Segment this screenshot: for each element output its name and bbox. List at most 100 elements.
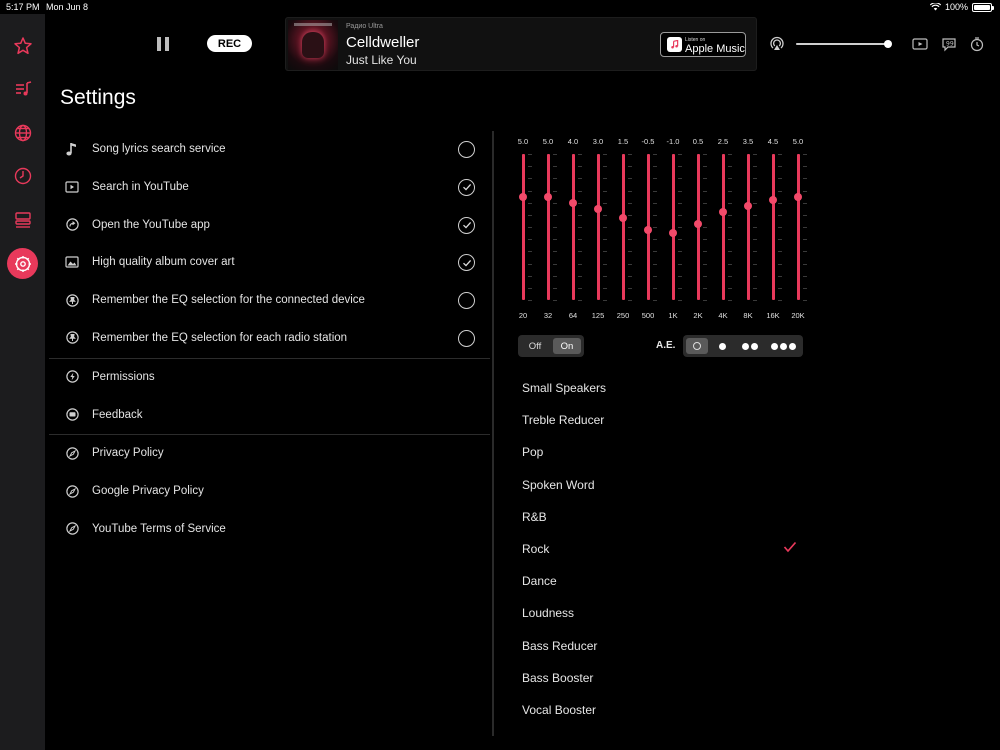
link-label: Google Privacy Policy xyxy=(92,485,204,498)
option-open-youtube-app[interactable]: Open the YouTube app xyxy=(49,207,490,245)
ae-option-none[interactable] xyxy=(686,338,708,354)
eq-slider-track[interactable] xyxy=(621,154,625,300)
eq-tick xyxy=(678,190,682,192)
eq-off-button[interactable]: Off xyxy=(521,338,549,354)
eq-tick xyxy=(703,190,707,192)
option-lyrics-service[interactable]: Song lyrics search service xyxy=(49,131,490,169)
eq-tick xyxy=(528,202,532,204)
eq-slider-track[interactable] xyxy=(596,154,600,300)
ae-option-medium[interactable] xyxy=(736,338,764,354)
eq-tick xyxy=(728,178,732,180)
eq-preset-item[interactable]: R&B xyxy=(522,501,812,533)
option-search-youtube[interactable]: Search in YouTube xyxy=(49,169,490,207)
option-checkbox[interactable] xyxy=(458,178,475,196)
option-eq-station[interactable]: Remember the EQ selection for each radio… xyxy=(49,320,490,358)
video-icon[interactable] xyxy=(912,36,928,52)
eq-slider-knob[interactable] xyxy=(794,192,802,201)
eq-tick xyxy=(728,275,732,277)
eq-tick xyxy=(728,300,732,301)
eq-slider-knob[interactable] xyxy=(594,204,602,213)
eq-freq-label: 64 xyxy=(568,311,578,320)
ae-option-high[interactable] xyxy=(766,338,800,354)
eq-slider-track[interactable] xyxy=(571,154,575,300)
lyrics-icon[interactable]: 99 xyxy=(941,36,957,52)
svg-text:99: 99 xyxy=(946,41,954,48)
checkmark-icon xyxy=(462,222,471,229)
eq-tick xyxy=(728,263,732,265)
eq-slider-knob[interactable] xyxy=(669,229,677,238)
eq-slider-knob[interactable] xyxy=(719,207,727,216)
eq-toggle[interactable]: Off On xyxy=(518,335,584,357)
option-checkbox[interactable] xyxy=(458,141,475,158)
eq-preset-label: Pop xyxy=(522,445,544,460)
checkmark-icon xyxy=(462,184,471,191)
apple-music-badge[interactable]: Listen on Apple Music xyxy=(660,32,746,57)
eq-tick xyxy=(753,300,757,301)
eq-tick xyxy=(778,263,782,265)
rail-browse-button[interactable] xyxy=(7,117,38,148)
volume-knob[interactable] xyxy=(884,40,892,48)
eq-preset-label: Bass Reducer xyxy=(522,638,598,653)
eq-slider-track[interactable] xyxy=(546,154,550,300)
timer-icon[interactable] xyxy=(969,36,985,52)
airplay-icon[interactable] xyxy=(769,36,785,52)
eq-slider-knob[interactable] xyxy=(694,219,702,228)
rail-playlist-button[interactable] xyxy=(7,73,38,104)
eq-preset-item[interactable]: Treble Reducer xyxy=(522,404,812,436)
eq-tick xyxy=(728,202,732,204)
eq-slider-track[interactable] xyxy=(721,154,725,300)
option-checkbox[interactable] xyxy=(458,329,475,347)
eq-slider-knob[interactable] xyxy=(644,226,652,235)
eq-slider-knob[interactable] xyxy=(544,192,552,201)
now-playing-card[interactable]: Радио Ultra Celldweller Just Like You Li… xyxy=(285,17,757,71)
link-google-privacy[interactable]: Google Privacy Policy xyxy=(49,473,490,511)
eq-slider-track[interactable] xyxy=(746,154,750,300)
eq-preset-item[interactable]: Pop xyxy=(522,436,812,468)
eq-tick xyxy=(578,275,582,277)
option-hq-cover-art[interactable]: High quality album cover art xyxy=(49,244,490,282)
eq-tick xyxy=(678,251,682,253)
option-checkbox[interactable] xyxy=(458,292,475,310)
link-feedback[interactable]: Feedback xyxy=(49,397,490,435)
link-youtube-tos[interactable]: YouTube Terms of Service xyxy=(49,511,490,549)
eq-slider-knob[interactable] xyxy=(769,195,777,204)
eq-slider-track[interactable] xyxy=(796,154,800,300)
volume-slider[interactable] xyxy=(796,40,892,48)
compass-icon xyxy=(65,522,79,536)
rec-button[interactable]: REC xyxy=(207,35,252,52)
eq-slider-track[interactable] xyxy=(521,154,525,300)
eq-tick xyxy=(603,227,607,228)
option-checkbox[interactable] xyxy=(458,254,475,272)
eq-tick xyxy=(703,275,707,277)
eq-preset-item[interactable]: Loudness xyxy=(522,597,812,629)
rail-favorites-button[interactable] xyxy=(7,30,38,61)
eq-preset-item[interactable]: Dance xyxy=(522,565,812,597)
eq-preset-item[interactable]: Bass Booster xyxy=(522,662,812,694)
option-checkbox[interactable] xyxy=(458,216,475,234)
eq-preset-item[interactable]: Small Speakers xyxy=(522,372,812,404)
eq-slider-knob[interactable] xyxy=(619,213,627,222)
eq-tick xyxy=(603,178,607,180)
eq-slider-knob[interactable] xyxy=(569,198,577,207)
eq-tick xyxy=(778,251,782,253)
rail-stations-button[interactable] xyxy=(7,204,38,235)
eq-slider-track[interactable] xyxy=(771,154,775,300)
ae-segmented-control[interactable] xyxy=(683,335,803,357)
option-eq-device[interactable]: Remember the EQ selection for the connec… xyxy=(49,282,490,320)
eq-tick xyxy=(803,251,807,253)
rail-settings-button[interactable] xyxy=(7,248,38,279)
eq-slider-track[interactable] xyxy=(671,154,675,300)
eq-preset-item[interactable]: Spoken Word xyxy=(522,469,812,501)
eq-slider-knob[interactable] xyxy=(519,192,527,201)
eq-slider-knob[interactable] xyxy=(744,201,752,210)
eq-preset-item[interactable]: Vocal Booster xyxy=(522,694,812,726)
ae-option-low[interactable] xyxy=(710,338,734,354)
link-permissions[interactable]: Permissions xyxy=(49,359,490,397)
eq-tick xyxy=(653,300,657,301)
eq-preset-item[interactable]: Bass Reducer xyxy=(522,630,812,662)
eq-preset-item[interactable]: Rock xyxy=(522,533,812,565)
pause-icon[interactable] xyxy=(155,36,171,52)
link-privacy-policy[interactable]: Privacy Policy xyxy=(49,435,490,473)
rail-history-button[interactable] xyxy=(7,160,38,191)
eq-on-button[interactable]: On xyxy=(553,338,581,354)
